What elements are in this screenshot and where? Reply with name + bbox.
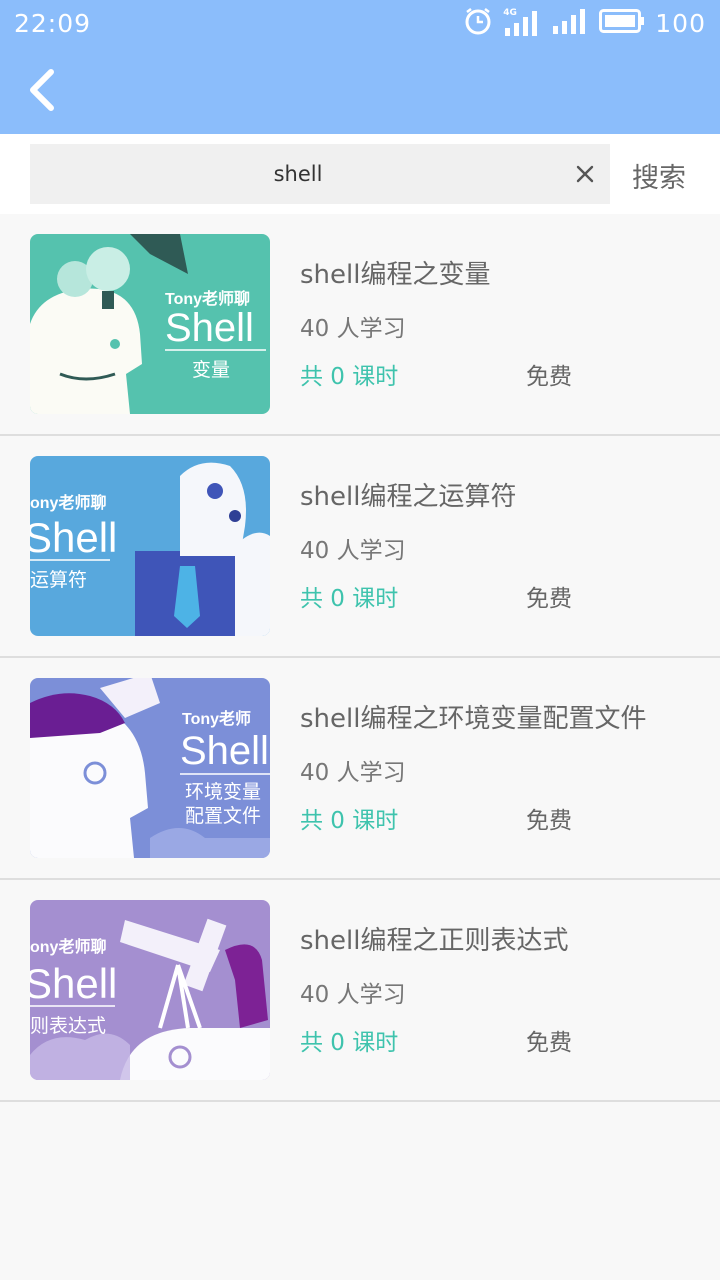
thumb-caption: 变量: [192, 359, 230, 381]
course-lessons: 共 0 课时: [300, 586, 399, 612]
course-students: 40 人学习: [300, 982, 406, 1008]
status-time: 22:09: [14, 9, 92, 38]
back-button[interactable]: [18, 64, 66, 116]
search-box: [30, 144, 610, 204]
course-item[interactable]: ony老师聊 Shell 则表达式 shell编程之正则表达式 40 人学习 共…: [0, 880, 720, 1102]
thumb-brand: ony老师聊: [30, 493, 106, 512]
course-students: 40 人学习: [300, 760, 406, 786]
signal-4g-icon: 4G: [503, 8, 541, 38]
course-thumbnail: Tony老师聊 Shell 变量: [30, 234, 270, 414]
thumb-word: Shell: [180, 729, 269, 773]
course-lessons: 共 0 课时: [300, 364, 399, 390]
clear-search-button[interactable]: [568, 157, 602, 191]
thumb-word: Shell: [30, 514, 117, 561]
close-icon: [576, 165, 594, 183]
course-item[interactable]: Tony老师 Shell 环境变量 配置文件 shell编程之环境变量配置文件 …: [0, 658, 720, 880]
course-price: 免费: [526, 586, 572, 612]
thumb-brand: Tony老师: [182, 709, 251, 728]
course-thumbnail: ony老师聊 Shell 则表达式: [30, 900, 270, 1080]
thumb-caption: 则表达式: [30, 1015, 106, 1037]
alarm-icon: [463, 6, 493, 40]
signal-icon: [551, 6, 589, 40]
course-students: 40 人学习: [300, 316, 406, 342]
course-title: shell编程之变量: [300, 260, 491, 290]
course-item[interactable]: Tony老师聊 Shell 变量 shell编程之变量 40 人学习 共 0 课…: [0, 214, 720, 436]
app-bar: [0, 46, 720, 134]
thumb-word: Shell: [30, 960, 117, 1007]
course-price: 免费: [526, 1030, 572, 1056]
battery-icon: [599, 8, 645, 38]
search-input[interactable]: [30, 144, 550, 204]
course-lessons: 共 0 课时: [300, 808, 399, 834]
course-list: Tony老师聊 Shell 变量 shell编程之变量 40 人学习 共 0 课…: [0, 214, 720, 1102]
thumb-caption: 运算符: [30, 569, 87, 591]
course-title: shell编程之运算符: [300, 482, 517, 512]
course-lessons: 共 0 课时: [300, 1030, 399, 1056]
status-bar: 22:09 4G 100: [0, 0, 720, 46]
course-item[interactable]: ony老师聊 Shell 运算符 shell编程之运算符 40 人学习 共 0 …: [0, 436, 720, 658]
course-title: shell编程之正则表达式: [300, 926, 569, 956]
thumb-brand: ony老师聊: [30, 937, 106, 956]
course-students: 40 人学习: [300, 538, 406, 564]
course-thumbnail: Tony老师 Shell 环境变量 配置文件: [30, 678, 270, 858]
search-bar: 搜索: [0, 134, 720, 214]
chevron-left-icon: [30, 69, 54, 111]
course-title: shell编程之环境变量配置文件: [300, 704, 647, 734]
thumb-caption: 环境变量: [185, 781, 261, 803]
search-button[interactable]: 搜索: [632, 156, 686, 195]
course-price: 免费: [526, 808, 572, 834]
course-thumbnail: ony老师聊 Shell 运算符: [30, 456, 270, 636]
thumb-caption-2: 配置文件: [185, 805, 261, 827]
battery-level: 100: [655, 8, 706, 38]
course-price: 免费: [526, 364, 572, 390]
status-icons: 4G 100: [463, 7, 706, 39]
thumb-word: Shell: [165, 306, 254, 350]
